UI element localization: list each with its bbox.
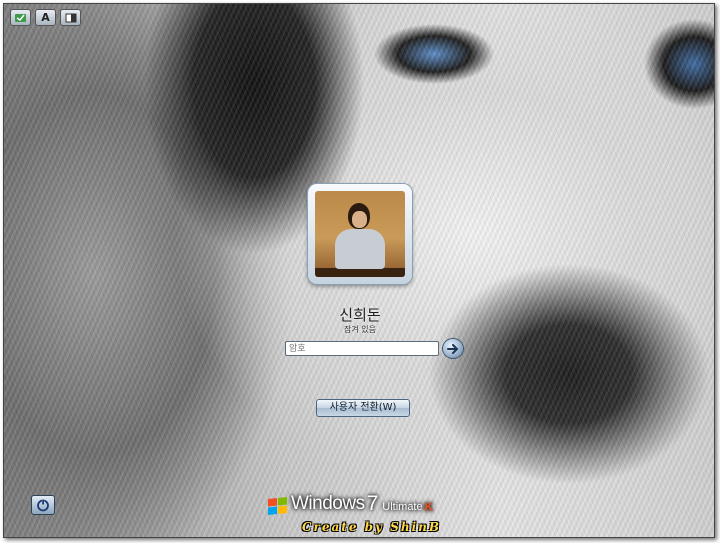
power-icon — [37, 499, 49, 512]
credit-text: Create by ShinB — [302, 520, 441, 534]
avatar — [315, 191, 405, 277]
lock-status: 잠겨 있음 — [344, 325, 376, 334]
brand-edition: Ultimate — [382, 501, 423, 513]
switch-user-button[interactable]: 사용자 전환(W) — [316, 399, 410, 417]
login-panel: 신희돈 잠겨 있음 사용자 전환(W) — [4, 4, 714, 537]
user-tile[interactable] — [308, 184, 412, 284]
shutdown-button[interactable] — [31, 495, 55, 515]
brand-name: Windows — [291, 493, 365, 514]
windows-brand: Windows 7 Ultimate K — [267, 493, 433, 515]
brand-version: 7 — [366, 492, 379, 515]
user-name: 신희돈 — [339, 306, 381, 324]
password-input[interactable] — [285, 341, 439, 356]
arrow-right-icon — [447, 343, 459, 354]
logon-screen: A 신희돈 잠겨 있음 사용자 전환(W) Windows 7 Ultimate… — [3, 3, 715, 538]
submit-button[interactable] — [443, 339, 463, 358]
brand-locale: K — [424, 500, 434, 514]
windows-logo-icon — [268, 497, 287, 515]
